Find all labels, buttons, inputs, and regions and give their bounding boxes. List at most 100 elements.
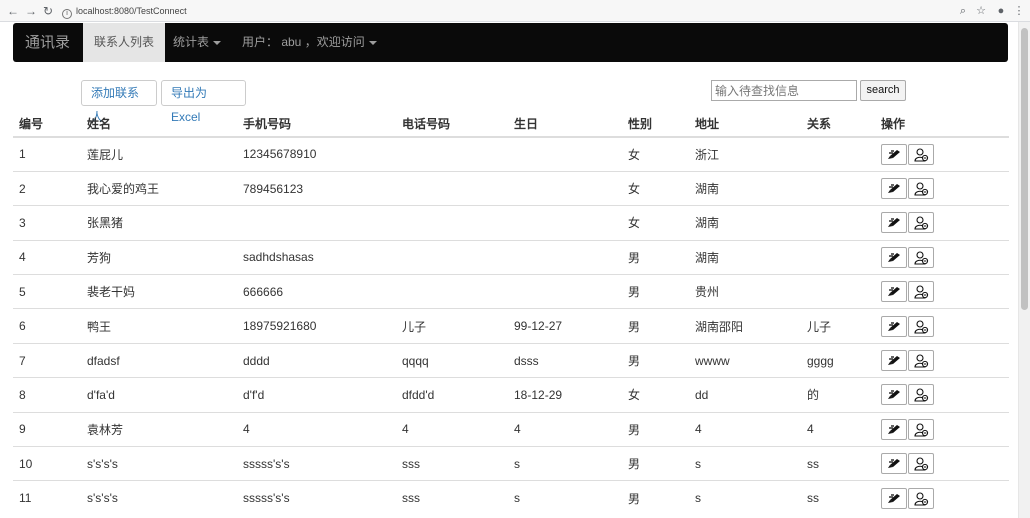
search-button[interactable]: search xyxy=(860,80,906,101)
cell-birthday: 99-12-27 xyxy=(508,308,622,344)
search-input[interactable] xyxy=(711,80,857,101)
cell-id: 7 xyxy=(13,342,81,378)
cell-name: dfadsf xyxy=(81,342,237,378)
cell-relation: 的 xyxy=(801,377,875,413)
cell-phone xyxy=(396,205,508,241)
edit-contact-button[interactable] xyxy=(881,487,907,509)
cell-mobile: sadhdshasas xyxy=(237,239,396,275)
cell-gender: 女 xyxy=(622,377,689,413)
delete-contact-button[interactable] xyxy=(908,350,934,372)
edit-contact-button[interactable] xyxy=(881,418,907,440)
cell-mobile: sssss's's xyxy=(237,480,396,516)
menu-kebab-icon[interactable]: ⋮ xyxy=(1011,3,1027,19)
cell-gender: 女 xyxy=(622,136,689,172)
cell-actions xyxy=(875,411,1009,447)
cell-mobile: sssss's's xyxy=(237,446,396,481)
cell-name: 袁林芳 xyxy=(81,411,237,447)
header-phone: 电话号码 xyxy=(396,110,508,138)
delete-contact-button[interactable] xyxy=(908,315,934,337)
cell-relation: gggg xyxy=(801,342,875,378)
table-row: 3 张黑猪 女湖南 xyxy=(13,205,1009,241)
cell-name: 芳狗 xyxy=(81,239,237,275)
cell-gender: 男 xyxy=(622,411,689,447)
header-relation: 关系 xyxy=(801,110,875,138)
delete-contact-button[interactable] xyxy=(908,212,934,234)
edit-contact-button[interactable] xyxy=(881,143,907,165)
delete-contact-button[interactable] xyxy=(908,143,934,165)
nav-user-dropdown[interactable]: 用户： abu ，欢迎访问 xyxy=(231,23,388,62)
cell-mobile: dddd xyxy=(237,342,396,378)
edit-contact-button[interactable] xyxy=(881,453,907,475)
cell-id: 8 xyxy=(13,377,81,413)
cell-relation xyxy=(801,205,875,241)
cell-phone: sss xyxy=(396,446,508,481)
edit-contact-button[interactable] xyxy=(881,384,907,406)
cell-address: s xyxy=(689,446,801,481)
table-row: 10 s's's's sssss's's sss s 男 s ss xyxy=(13,446,1009,481)
cell-id: 2 xyxy=(13,170,81,206)
scrollbar-thumb[interactable] xyxy=(1021,28,1028,310)
search-button-label: search xyxy=(866,84,900,96)
delete-contact-button[interactable] xyxy=(908,487,934,509)
cell-birthday xyxy=(508,170,622,206)
nav-contact-list[interactable]: 联系人列表 xyxy=(83,23,166,62)
info-icon[interactable]: i xyxy=(62,9,72,19)
table-row: 9 袁林芳 4 4 4 男 4 4 xyxy=(13,411,1009,447)
back-icon[interactable]: ← xyxy=(5,3,21,19)
header-birthday: 生日 xyxy=(508,110,622,138)
cell-phone xyxy=(396,170,508,206)
delete-contact-button[interactable] xyxy=(908,281,934,303)
cell-address: wwww xyxy=(689,342,801,378)
cell-mobile: 789456123 xyxy=(237,170,396,206)
nav-statistics-label: 统计表 xyxy=(173,35,210,49)
header-actions: 操作 xyxy=(875,110,1009,138)
add-contact-button[interactable]: 添加联系人 xyxy=(81,80,157,124)
cell-address: 4 xyxy=(689,411,801,447)
edit-contact-button[interactable] xyxy=(881,246,907,268)
edit-contact-button[interactable] xyxy=(881,178,907,200)
header-address: 地址 xyxy=(689,110,801,138)
cell-relation: ss xyxy=(801,480,875,516)
page-scrollbar[interactable] xyxy=(1018,22,1030,518)
bookmark-star-icon[interactable]: ☆ xyxy=(973,3,989,19)
cell-actions xyxy=(875,377,1009,413)
forward-icon[interactable]: → xyxy=(23,3,39,19)
cell-mobile: 4 xyxy=(237,411,396,447)
edit-contact-button[interactable] xyxy=(881,350,907,372)
cell-gender: 男 xyxy=(622,274,689,309)
cell-relation xyxy=(801,136,875,172)
table-row: 2 我心爱的鸡王 789456123 女湖南 xyxy=(13,170,1009,206)
delete-contact-button[interactable] xyxy=(908,178,934,200)
delete-contact-button[interactable] xyxy=(908,453,934,475)
cell-gender: 女 xyxy=(622,205,689,241)
cell-id: 5 xyxy=(13,274,81,309)
export-excel-button[interactable]: 导出为Excel xyxy=(161,80,246,124)
header-mobile: 手机号码 xyxy=(237,110,396,138)
nav-statistics-dropdown[interactable]: 统计表 xyxy=(162,23,232,62)
cell-phone: qqqq xyxy=(396,342,508,378)
table-row: 1 莲屁儿 12345678910 女浙江 xyxy=(13,136,1009,172)
delete-contact-button[interactable] xyxy=(908,384,934,406)
table-row: 8 d'fa'd d'f'd dfdd'd 18-12-29 女 dd 的 xyxy=(13,377,1009,413)
cell-id: 6 xyxy=(13,308,81,344)
cell-birthday: 4 xyxy=(508,411,622,447)
edit-contact-button[interactable] xyxy=(881,212,907,234)
cell-name: s's's's xyxy=(81,446,237,481)
table-header-row: 编号 姓名 手机号码 电话号码 生日 性别 地址 关系 操作 xyxy=(13,110,1009,138)
delete-contact-button[interactable] xyxy=(908,246,934,268)
cell-name: 鸭王 xyxy=(81,308,237,344)
cell-mobile: 18975921680 xyxy=(237,308,396,344)
reload-icon[interactable]: ↻ xyxy=(40,3,56,19)
delete-contact-button[interactable] xyxy=(908,418,934,440)
edit-contact-button[interactable] xyxy=(881,315,907,337)
cell-address: 湖南 xyxy=(689,239,801,275)
brand-title[interactable]: 通讯录 xyxy=(25,23,70,62)
profile-icon[interactable]: ● xyxy=(993,3,1009,19)
zoom-icon[interactable]: ⌕ xyxy=(955,3,971,19)
cell-relation: 4 xyxy=(801,411,875,447)
cell-gender: 男 xyxy=(622,308,689,344)
edit-contact-button[interactable] xyxy=(881,281,907,303)
cell-id: 4 xyxy=(13,239,81,275)
address-bar[interactable]: i localhost:8080/TestConnect xyxy=(62,4,187,19)
cell-relation: 儿子 xyxy=(801,308,875,344)
